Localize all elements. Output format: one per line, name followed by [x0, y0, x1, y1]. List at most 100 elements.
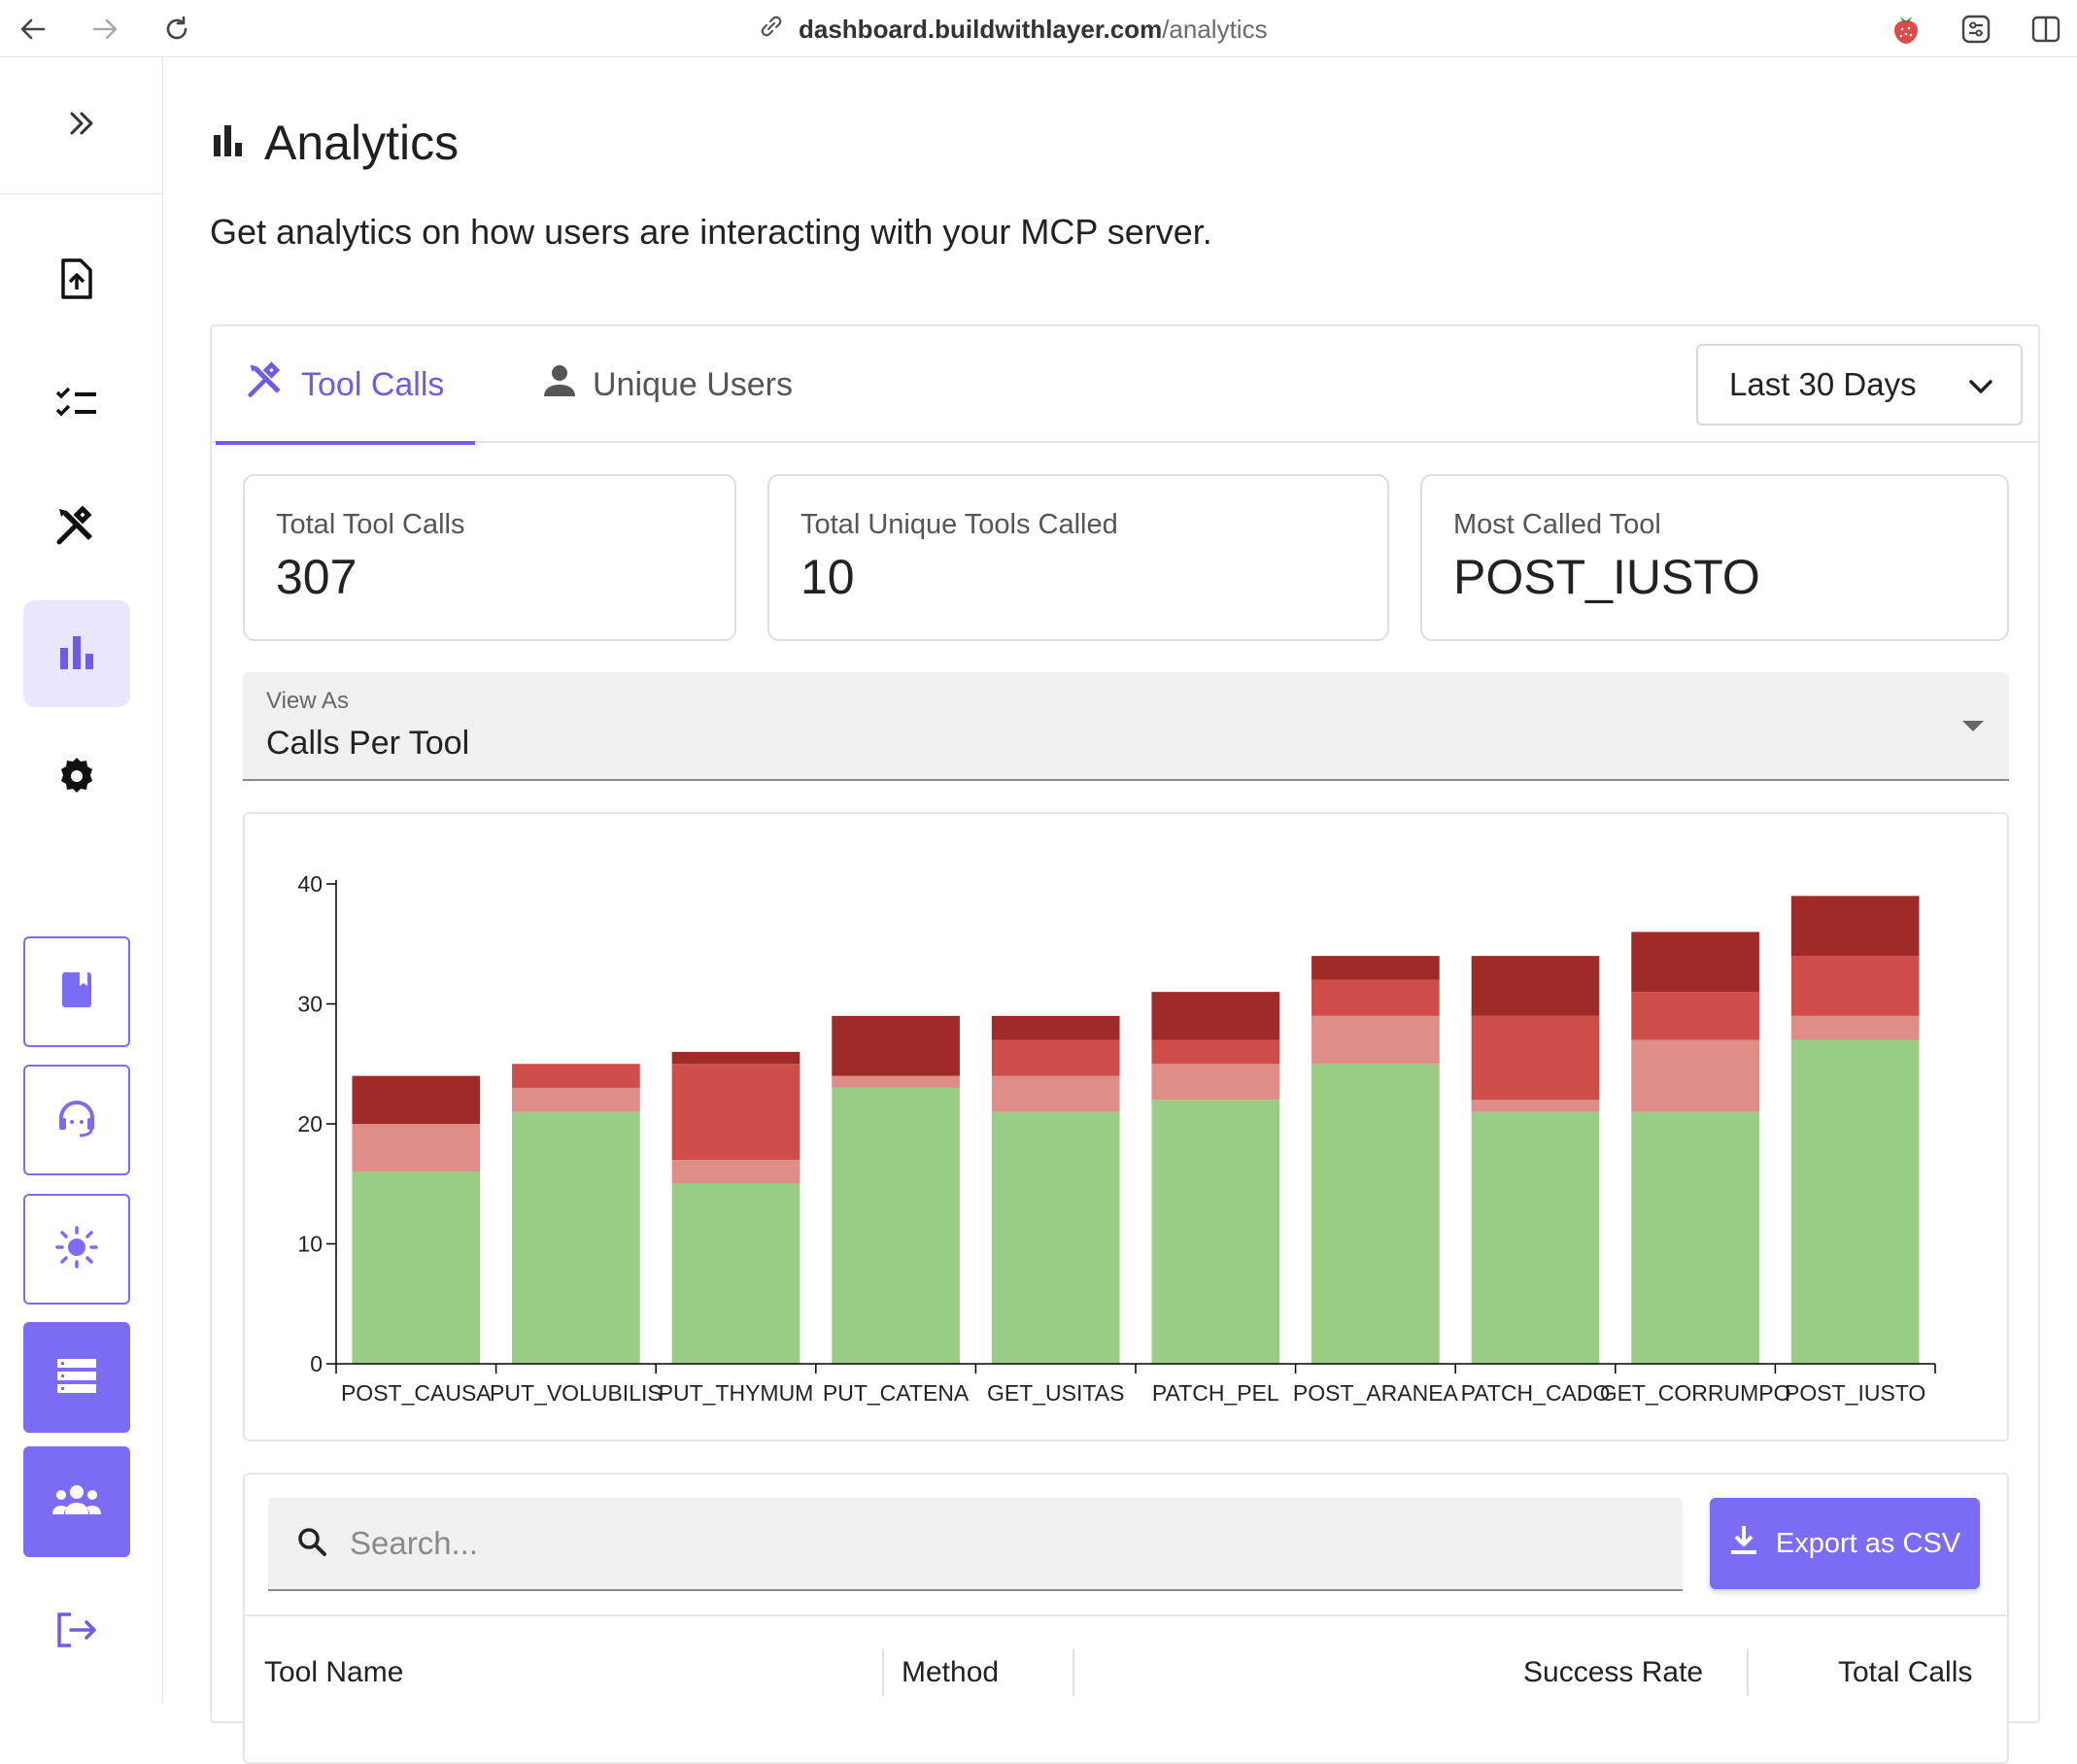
sidebar-card-support[interactable] — [23, 1065, 130, 1175]
calls-per-tool-chart: 0 10 20 30 40 POST_CAUSAPUT_VOLUBILISPUT_THYM… — [297, 871, 1936, 1406]
bar-segment — [512, 1087, 640, 1112]
stat-label: Total Unique Tools Called — [800, 509, 1118, 540]
bar-segment — [832, 1087, 960, 1364]
tools-icon — [247, 360, 286, 409]
view-as-label: View As — [266, 688, 349, 714]
page-title: Analytics — [264, 116, 460, 170]
logout-button[interactable] — [23, 1588, 130, 1676]
date-range-select[interactable]: Last 30 Days — [1696, 344, 2023, 425]
stat-value: 307 — [276, 550, 358, 604]
sidebar-expand-button[interactable] — [0, 57, 162, 194]
list-icon — [55, 1357, 98, 1399]
x-tick-label: PATCH_PEL — [1152, 1380, 1279, 1406]
back-arrow-icon[interactable] — [14, 10, 52, 49]
column-header-total-calls[interactable]: Total Calls — [1838, 1647, 1972, 1698]
reload-icon[interactable] — [157, 10, 196, 49]
bar-segment — [1471, 1100, 1600, 1112]
bar-segment — [352, 1075, 481, 1124]
export-csv-button[interactable]: Export as CSV — [1710, 1498, 1980, 1589]
bar-segment — [1790, 1039, 1920, 1364]
search-input[interactable] — [350, 1525, 1613, 1562]
download-icon — [1729, 1524, 1758, 1563]
x-tick-label: PUT_CATENA — [823, 1380, 970, 1406]
sidebar-item-analytics[interactable] — [23, 600, 130, 707]
stat-label: Total Tool Calls — [276, 509, 465, 540]
bar-segment — [1151, 1100, 1280, 1364]
sidebar-item-checklist[interactable] — [23, 351, 130, 458]
x-tick-label: POST_IUSTO — [1785, 1380, 1925, 1406]
y-tick-label: 10 — [297, 1232, 323, 1257]
bar-segment — [1631, 932, 1759, 993]
x-tick-label: POST_ARANEA — [1293, 1380, 1459, 1406]
sidebar-card-list[interactable] — [23, 1322, 130, 1433]
bar-segment — [832, 1075, 960, 1088]
sidebar-item-tools[interactable] — [23, 475, 130, 582]
search-icon — [295, 1525, 328, 1563]
logout-icon — [55, 1611, 98, 1654]
stat-card-total-tool-calls: Total Tool Calls 307 — [243, 474, 736, 641]
bar-segment — [991, 1015, 1120, 1040]
forward-arrow-icon[interactable] — [85, 10, 124, 49]
bar-segment — [1790, 1015, 1920, 1040]
split-view-icon[interactable] — [2026, 10, 2065, 49]
address-bar[interactable]: dashboard.buildwithlayer.com/analytics — [758, 12, 1268, 47]
bar-segment — [1311, 1064, 1440, 1364]
bar-segment — [991, 1039, 1120, 1076]
bar-segment — [1311, 1015, 1440, 1065]
url-path: /analytics — [1162, 14, 1268, 44]
sidebar — [0, 57, 163, 1704]
tab-unique-users[interactable]: Unique Users — [511, 326, 824, 443]
bar-segment — [352, 1124, 481, 1172]
export-label: Export as CSV — [1775, 1527, 1961, 1559]
column-divider[interactable] — [1747, 1649, 1749, 1696]
bar-segment — [512, 1064, 640, 1088]
bar-segment — [991, 1075, 1120, 1112]
bar-segment — [352, 1171, 481, 1364]
view-as-select[interactable]: View As Calls Per Tool — [243, 672, 2009, 781]
bar-segment — [1151, 1039, 1280, 1065]
bar-segment — [512, 1111, 640, 1364]
stat-card-most-called-tool: Most Called Tool POST_IUSTO — [1420, 474, 2009, 641]
bar-segment — [671, 1064, 800, 1161]
analytics-tabs: Tool Calls Unique Users Last 30 Days — [212, 326, 2038, 445]
gear-icon — [56, 756, 97, 801]
y-tick-label: 20 — [297, 1111, 323, 1136]
column-divider[interactable] — [1073, 1649, 1074, 1696]
bar-segment — [1151, 992, 1280, 1040]
column-divider[interactable] — [882, 1649, 884, 1696]
table-header: Tool Name Method Success Rate Total Call… — [245, 1614, 2007, 1731]
sun-icon — [54, 1225, 99, 1274]
chevrons-right-icon — [64, 106, 99, 146]
sidebar-card-users[interactable] — [23, 1446, 130, 1557]
support-headset-icon — [55, 1097, 98, 1144]
stat-label: Most Called Tool — [1453, 509, 1661, 540]
chevron-down-icon — [1968, 366, 1993, 403]
sidebar-card-docs[interactable] — [23, 936, 130, 1047]
column-header-success-rate[interactable]: Success Rate — [1523, 1647, 1703, 1698]
view-as-value: Calls Per Tool — [266, 725, 470, 762]
column-header-method[interactable]: Method — [902, 1647, 999, 1698]
bar-segment — [1631, 1039, 1759, 1112]
stat-value: POST_IUSTO — [1453, 550, 1760, 604]
sidebar-card-theme[interactable] — [23, 1194, 130, 1305]
tab-tool-calls[interactable]: Tool Calls — [216, 326, 476, 445]
bar-segment — [1471, 1111, 1600, 1364]
page-header: Analytics — [212, 115, 459, 171]
settings-sliders-icon[interactable] — [1957, 10, 1995, 49]
browser-toolbar: dashboard.buildwithlayer.com/analytics — [0, 0, 2077, 57]
checklist-icon — [55, 385, 98, 424]
sidebar-item-settings[interactable] — [23, 725, 130, 831]
bar-segment — [1471, 956, 1600, 1016]
bar-segment — [1311, 956, 1440, 980]
stat-value: 10 — [800, 550, 855, 604]
y-tick-label: 0 — [310, 1351, 323, 1376]
bar-segment — [671, 1160, 800, 1184]
bar-segment — [671, 1051, 800, 1065]
search-bar — [268, 1498, 1683, 1591]
sidebar-item-upload[interactable] — [23, 227, 130, 334]
caret-down-icon — [1962, 721, 1984, 731]
bar-segment — [1790, 896, 1920, 957]
tools-icon — [55, 504, 98, 553]
column-header-tool-name[interactable]: Tool Name — [264, 1647, 403, 1698]
strawberry-extension-icon[interactable] — [1887, 10, 1925, 49]
